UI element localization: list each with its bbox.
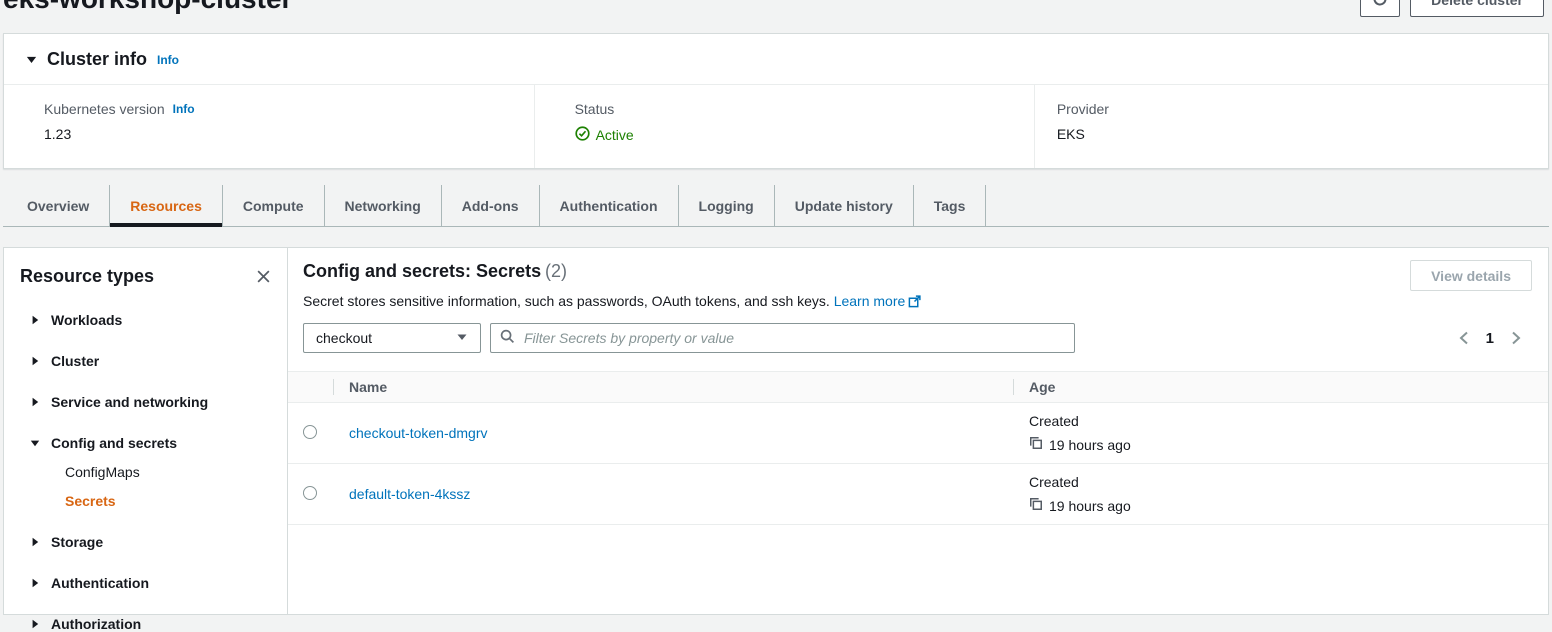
config-and-secrets-children: ConfigMaps Secrets [20, 464, 273, 509]
kubernetes-version-label: Kubernetes version [44, 101, 165, 117]
age-value: 19 hours ago [1049, 437, 1131, 453]
caret-right-icon [30, 616, 40, 632]
tab-update-history[interactable]: Update history [774, 185, 913, 226]
row-radio-button[interactable] [303, 425, 317, 439]
age-created-label: Created [1029, 474, 1532, 490]
sidebar-item-label: Cluster [51, 353, 99, 369]
page-title: eks-workshop-cluster [3, 0, 292, 15]
sidebar-item-config-and-secrets[interactable]: Config and secrets [20, 435, 273, 451]
cluster-info-body: Kubernetes version Info 1.23 Status Acti… [4, 85, 1548, 168]
sidebar-item-authentication[interactable]: Authentication [20, 575, 273, 591]
field-kubernetes-version: Kubernetes version Info 1.23 [4, 85, 534, 168]
cluster-tabs: Overview Resources Compute Networking Ad… [3, 185, 1549, 227]
sidebar-item-label: Authorization [51, 616, 141, 632]
filter-row: checkout 1 [288, 311, 1548, 353]
refresh-button[interactable] [1360, 0, 1400, 17]
search-icon [500, 329, 515, 347]
row-radio-button[interactable] [303, 486, 317, 500]
dropdown-selected-value: checkout [316, 330, 372, 346]
caret-right-icon [30, 575, 40, 591]
previous-page-button[interactable] [1458, 331, 1470, 345]
table-header-row: Name Age [288, 372, 1548, 403]
sidebar-item-configmaps[interactable]: ConfigMaps [65, 464, 273, 480]
view-details-button[interactable]: View details [1410, 260, 1532, 291]
secrets-description-row: Secret stores sensitive information, suc… [288, 282, 1548, 311]
age-column-header: Age [1013, 372, 1548, 403]
collapse-caret-icon[interactable] [26, 52, 37, 68]
cluster-info-header[interactable]: Cluster info Info [4, 34, 1548, 85]
caret-down-icon [30, 435, 40, 451]
secrets-panel-title: Config and secrets: Secrets [303, 261, 541, 281]
sidebar-item-cluster[interactable]: Cluster [20, 353, 273, 369]
secrets-count: (2) [545, 261, 567, 281]
provider-value: EKS [1057, 126, 1548, 142]
field-provider: Provider EKS [1034, 85, 1548, 168]
sidebar-title: Resource types [20, 266, 154, 287]
header-actions: Delete cluster [1360, 0, 1544, 17]
sidebar-item-label: Config and secrets [51, 435, 177, 451]
name-column-header: Name [333, 372, 1013, 403]
age-created-label: Created [1029, 413, 1532, 429]
caret-right-icon [30, 353, 40, 369]
sidebar-item-storage[interactable]: Storage [20, 534, 273, 550]
tab-add-ons[interactable]: Add-ons [441, 185, 539, 226]
search-input[interactable] [522, 329, 1065, 347]
delete-cluster-button[interactable]: Delete cluster [1410, 0, 1544, 17]
pagination: 1 [1458, 330, 1536, 347]
sidebar-item-service-and-networking[interactable]: Service and networking [20, 394, 273, 410]
copy-icon [1029, 436, 1043, 453]
check-circle-icon [575, 126, 590, 144]
refresh-icon [1372, 0, 1388, 10]
caret-right-icon [30, 312, 40, 328]
sidebar-item-secrets[interactable]: Secrets [65, 493, 273, 509]
sidebar-item-label: Workloads [51, 312, 122, 328]
secret-name-link[interactable]: default-token-4kssz [349, 486, 470, 502]
sidebar-item-label: Authentication [51, 575, 149, 591]
resources-content: Resource types Workloads Cluster Service… [3, 247, 1549, 615]
sidebar-item-workloads[interactable]: Workloads [20, 312, 273, 328]
caret-right-icon [30, 534, 40, 550]
tab-authentication[interactable]: Authentication [539, 185, 678, 226]
cluster-info-title: Cluster info [47, 49, 147, 70]
status-value: Active [596, 127, 634, 143]
page-header: eks-workshop-cluster Delete cluster [3, 0, 1544, 18]
selection-column-header [288, 372, 333, 403]
cluster-info-info-link[interactable]: Info [157, 53, 179, 67]
tab-logging[interactable]: Logging [678, 185, 774, 226]
secrets-table: Name Age checkout-token-dmgrv Created 19… [288, 371, 1548, 525]
close-icon [256, 272, 271, 287]
secrets-panel: Config and secrets: Secrets (2) View det… [287, 247, 1549, 615]
chevron-down-icon [456, 330, 468, 346]
age-value: 19 hours ago [1049, 498, 1131, 514]
kubernetes-version-info-link[interactable]: Info [173, 102, 195, 116]
close-sidebar-button[interactable] [254, 267, 273, 286]
kubernetes-version-value: 1.23 [44, 126, 534, 142]
caret-right-icon [30, 394, 40, 410]
secrets-description: Secret stores sensitive information, suc… [303, 293, 830, 309]
sidebar-item-label: Storage [51, 534, 103, 550]
next-page-button[interactable] [1510, 331, 1522, 345]
copy-icon [1029, 497, 1043, 514]
provider-label: Provider [1057, 101, 1109, 117]
table-row: default-token-4kssz Created 19 hours ago [288, 464, 1548, 525]
tab-networking[interactable]: Networking [324, 185, 441, 226]
tab-overview[interactable]: Overview [7, 185, 109, 226]
resource-types-sidebar: Resource types Workloads Cluster Service… [3, 247, 287, 615]
cluster-info-panel: Cluster info Info Kubernetes version Inf… [3, 33, 1549, 169]
sidebar-item-label: Service and networking [51, 394, 208, 410]
tab-compute[interactable]: Compute [222, 185, 324, 226]
secret-name-link[interactable]: checkout-token-dmgrv [349, 425, 488, 441]
filter-property-dropdown[interactable]: checkout [303, 323, 481, 353]
field-status: Status Active [534, 85, 1034, 168]
status-badge: Active [575, 126, 1034, 144]
tab-resources[interactable]: Resources [109, 185, 222, 226]
current-page-number: 1 [1486, 330, 1494, 347]
table-row: checkout-token-dmgrv Created 19 hours ag… [288, 403, 1548, 464]
learn-more-link[interactable]: Learn more [834, 293, 922, 309]
sidebar-item-authorization[interactable]: Authorization [20, 616, 273, 632]
external-link-icon [908, 295, 921, 311]
secrets-search-box [490, 323, 1075, 353]
tab-tags[interactable]: Tags [913, 185, 987, 226]
status-label: Status [575, 101, 615, 117]
